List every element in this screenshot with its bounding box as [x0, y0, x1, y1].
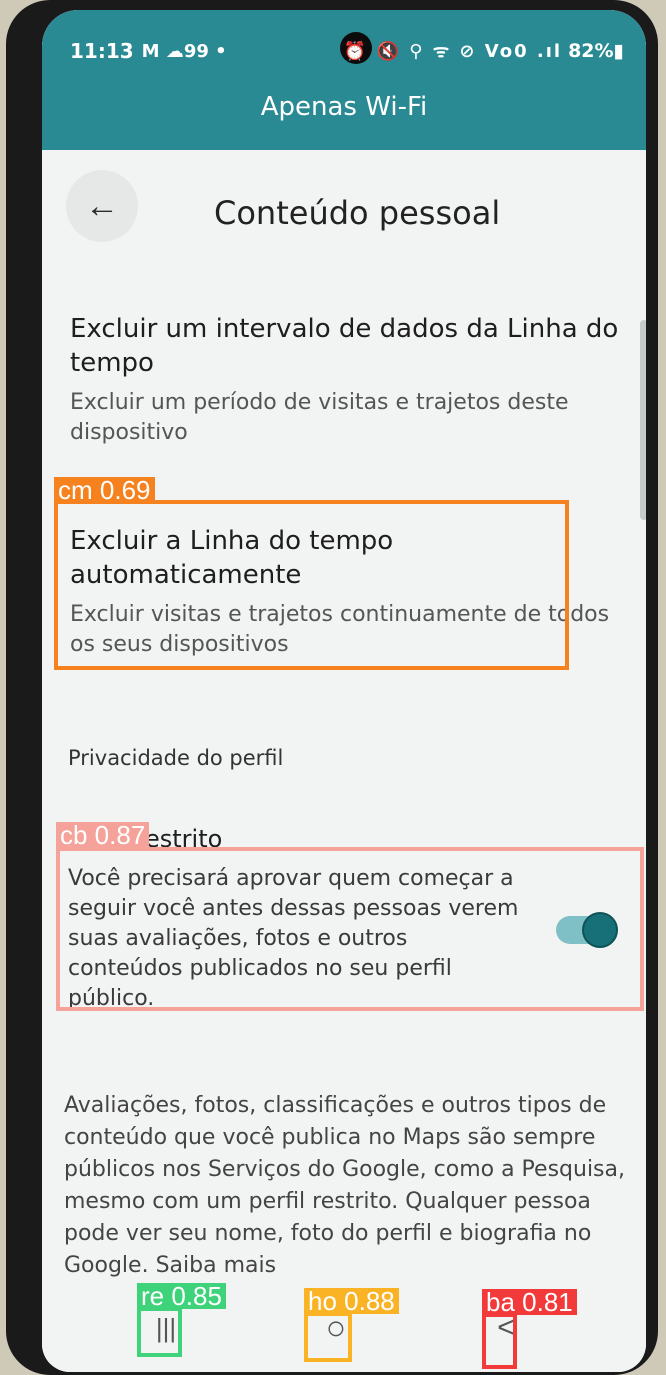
detection-box-ho	[304, 1312, 352, 1362]
status-row: 11:13 M ☁99 • ⏰ 🔇 ⚲ ᯤ ⊘ Vo0 .ıl 82%▮	[70, 36, 624, 66]
status-time: 11:13	[70, 39, 134, 63]
item-subtitle: Excluir um período de visitas e trajetos…	[70, 390, 569, 445]
profile-info-text: Avaliações, fotos, classificações e outr…	[64, 1093, 625, 1278]
screen: 11:13 M ☁99 • ⏰ 🔇 ⚲ ᯤ ⊘ Vo0 .ıl 82%▮ Ape…	[42, 10, 646, 1372]
phone-frame: 11:13 M ☁99 • ⏰ 🔇 ⚲ ᯤ ⊘ Vo0 .ıl 82%▮ Ape…	[6, 0, 658, 1375]
delete-range-item[interactable]: Excluir um intervalo de dados da Linha d…	[70, 312, 630, 448]
detection-label-cb: cb 0.87	[56, 822, 150, 848]
connection-banner: Apenas Wi-Fi	[260, 92, 428, 122]
detection-label-ho: ho 0.88	[304, 1288, 399, 1314]
status-right: ⏰ 🔇 ⚲ ᯤ ⊘ Vo0 .ıl 82%▮	[344, 39, 624, 63]
battery-indicator: 82%▮	[568, 40, 624, 62]
page-title: Conteúdo pessoal	[214, 194, 501, 232]
detection-box-ba	[482, 1313, 517, 1369]
item-title: Excluir um intervalo de dados da Linha d…	[70, 314, 619, 378]
detection-box-cb	[56, 847, 644, 1011]
detection-box-re	[137, 1307, 182, 1357]
detection-label-re: re 0.85	[137, 1283, 226, 1309]
back-button[interactable]: ←	[66, 170, 138, 242]
status-bar: 11:13 M ☁99 • ⏰ 🔇 ⚲ ᯤ ⊘ Vo0 .ıl 82%▮ Ape…	[42, 10, 646, 150]
arrow-left-icon: ←	[85, 186, 119, 225]
detection-label-ba: ba 0.81	[482, 1289, 577, 1315]
app-bar: ← Conteúdo pessoal	[42, 150, 646, 260]
status-left-icons: M ☁99 •	[141, 40, 227, 62]
status-icons: ⏰ 🔇 ⚲ ᯤ ⊘ Vo0 .ıl	[343, 41, 563, 62]
scrollbar[interactable]	[640, 320, 646, 520]
detection-box-cm	[54, 500, 569, 670]
profile-privacy-header: Privacidade do perfil	[68, 746, 284, 770]
